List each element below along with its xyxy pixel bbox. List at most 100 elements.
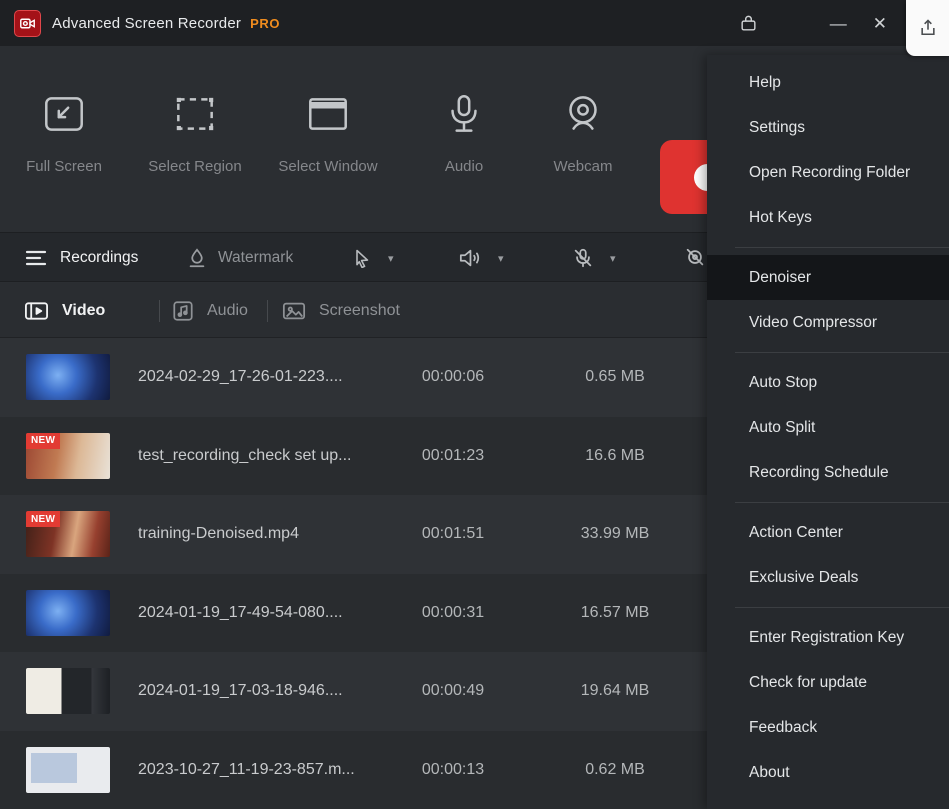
menu-divider bbox=[735, 247, 949, 248]
menu-item-settings[interactable]: Settings bbox=[707, 105, 949, 150]
recording-name: training-Denoised.mp4 bbox=[138, 525, 398, 543]
watermark-label: Watermark bbox=[218, 249, 293, 267]
webcam-dropdown[interactable] bbox=[684, 233, 706, 283]
menu-item-hot-keys[interactable]: Hot Keys bbox=[707, 195, 949, 240]
recording-duration: 00:01:23 bbox=[398, 447, 508, 465]
tab-label: Video bbox=[62, 302, 105, 320]
menu-item-help[interactable]: Help bbox=[707, 60, 949, 105]
recording-duration: 00:00:13 bbox=[398, 761, 508, 779]
menu-item-about[interactable]: About bbox=[707, 750, 949, 795]
tab-screenshot[interactable]: Screenshot bbox=[282, 283, 400, 338]
recording-thumbnail bbox=[26, 747, 110, 793]
speaker-icon bbox=[458, 247, 482, 269]
menu-item-auto-stop[interactable]: Auto Stop bbox=[707, 360, 949, 405]
recording-duration: 00:00:49 bbox=[398, 682, 508, 700]
mode-audio[interactable]: Audio bbox=[399, 88, 529, 175]
menu-item-auto-split[interactable]: Auto Split bbox=[707, 405, 949, 450]
select-region-icon bbox=[169, 88, 221, 140]
recording-size: 33.99 MB bbox=[560, 525, 670, 543]
share-panel[interactable] bbox=[906, 0, 949, 56]
microphone-icon bbox=[438, 88, 490, 140]
premium-lock-icon[interactable] bbox=[739, 14, 758, 33]
mode-label: Audio bbox=[399, 158, 529, 175]
chevron-down-icon: ▾ bbox=[610, 252, 616, 265]
mode-select-region[interactable]: Select Region bbox=[130, 88, 260, 175]
chevron-down-icon: ▾ bbox=[388, 252, 394, 265]
recording-name: test_recording_check set up... bbox=[138, 447, 398, 465]
recording-name: 2024-02-29_17-26-01-223.... bbox=[138, 368, 398, 386]
recording-thumbnail bbox=[26, 590, 110, 636]
webcam-icon bbox=[557, 88, 609, 140]
mode-webcam[interactable]: Webcam bbox=[518, 88, 648, 175]
app-window: Advanced Screen Recorder PRO — ✕ bbox=[0, 0, 949, 809]
cursor-icon bbox=[352, 248, 372, 268]
recording-size: 0.65 MB bbox=[560, 368, 670, 386]
close-icon[interactable]: ✕ bbox=[873, 15, 887, 32]
recording-name: 2024-01-19_17-49-54-080.... bbox=[138, 604, 398, 622]
recording-thumbnail bbox=[26, 668, 110, 714]
menu-item-open-recording-folder[interactable]: Open Recording Folder bbox=[707, 150, 949, 195]
menu-item-recording-schedule[interactable]: Recording Schedule bbox=[707, 450, 949, 495]
fullscreen-icon bbox=[38, 88, 90, 140]
recording-size: 16.6 MB bbox=[560, 447, 670, 465]
tab-separator bbox=[159, 300, 160, 322]
menu-item-video-compressor[interactable]: Video Compressor bbox=[707, 300, 949, 345]
app-logo-camera-icon bbox=[14, 10, 41, 37]
recording-name: 2024-01-19_17-03-18-946.... bbox=[138, 682, 398, 700]
recording-size: 16.57 MB bbox=[560, 604, 670, 622]
recording-name: 2023-10-27_11-19-23-857.m... bbox=[138, 761, 398, 779]
tab-label: Audio bbox=[207, 302, 248, 320]
menu-item-denoiser[interactable]: Denoiser bbox=[707, 255, 949, 300]
recording-thumbnail: NEW bbox=[26, 511, 110, 557]
mode-label: Select Window bbox=[263, 158, 393, 175]
menu-divider bbox=[735, 502, 949, 503]
menu-icon[interactable] bbox=[784, 15, 804, 30]
recordings-button[interactable]: Recordings bbox=[24, 233, 138, 283]
speaker-dropdown[interactable]: ▾ bbox=[458, 233, 504, 283]
recording-size: 0.62 MB bbox=[560, 761, 670, 779]
titlebar: Advanced Screen Recorder PRO — ✕ bbox=[0, 0, 949, 46]
video-tab-icon bbox=[24, 300, 49, 322]
recording-size: 19.64 MB bbox=[560, 682, 670, 700]
chevron-down-icon: ▾ bbox=[498, 252, 504, 265]
mode-select-window[interactable]: Select Window bbox=[263, 88, 393, 175]
new-badge: NEW bbox=[26, 433, 60, 449]
tab-audio[interactable]: Audio bbox=[172, 283, 248, 338]
menu-item-check-for-update[interactable]: Check for update bbox=[707, 660, 949, 705]
recording-duration: 00:01:51 bbox=[398, 525, 508, 543]
mode-label: Full Screen bbox=[0, 158, 129, 175]
menu-item-action-center[interactable]: Action Center bbox=[707, 510, 949, 555]
menu-item-feedback[interactable]: Feedback bbox=[707, 705, 949, 750]
mode-label: Select Region bbox=[130, 158, 260, 175]
mode-label: Webcam bbox=[518, 158, 648, 175]
webcam-muted-icon bbox=[684, 247, 706, 269]
app-dropdown-menu: Help Settings Open Recording Folder Hot … bbox=[707, 55, 949, 809]
watermark-button[interactable]: Watermark bbox=[186, 233, 293, 283]
new-badge: NEW bbox=[26, 511, 60, 527]
cursor-dropdown[interactable]: ▾ bbox=[352, 233, 394, 283]
recordings-list-icon bbox=[24, 247, 50, 269]
menu-item-enter-registration-key[interactable]: Enter Registration Key bbox=[707, 615, 949, 660]
microphone-muted-icon bbox=[572, 247, 594, 269]
recordings-label: Recordings bbox=[60, 249, 138, 267]
tab-label: Screenshot bbox=[319, 302, 400, 320]
tab-video[interactable]: Video bbox=[24, 283, 105, 338]
screenshot-tab-icon bbox=[282, 300, 306, 322]
watermark-icon bbox=[186, 247, 208, 269]
recording-thumbnail: NEW bbox=[26, 433, 110, 479]
menu-divider bbox=[735, 607, 949, 608]
recording-duration: 00:00:06 bbox=[398, 368, 508, 386]
menu-divider bbox=[735, 352, 949, 353]
tab-separator bbox=[267, 300, 268, 322]
recording-thumbnail bbox=[26, 354, 110, 400]
recording-duration: 00:00:31 bbox=[398, 604, 508, 622]
minimize-icon[interactable]: — bbox=[830, 15, 847, 32]
menu-item-exclusive-deals[interactable]: Exclusive Deals bbox=[707, 555, 949, 600]
app-title: Advanced Screen Recorder bbox=[52, 15, 241, 32]
microphone-dropdown[interactable]: ▾ bbox=[572, 233, 616, 283]
select-window-icon bbox=[302, 88, 354, 140]
titlebar-controls: — ✕ bbox=[739, 0, 887, 46]
mode-full-screen[interactable]: Full Screen bbox=[0, 88, 129, 175]
pro-badge: PRO bbox=[250, 16, 280, 31]
audio-tab-icon bbox=[172, 300, 194, 322]
